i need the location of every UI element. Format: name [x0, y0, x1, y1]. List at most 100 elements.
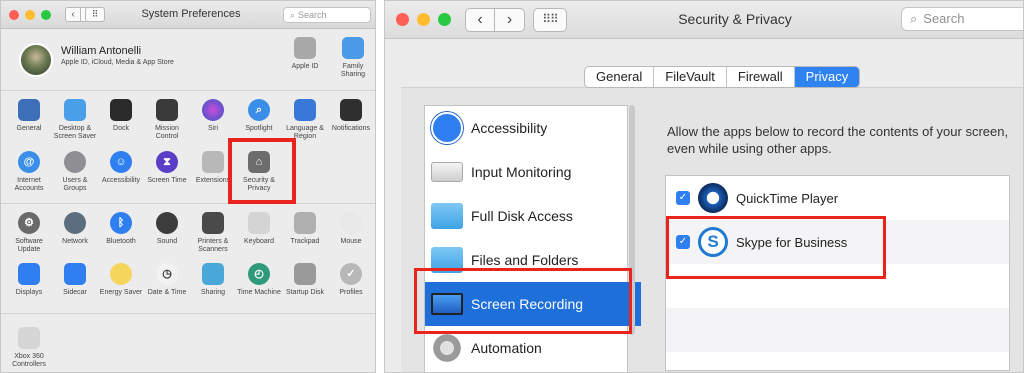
pref-family-sharing[interactable]: Family Sharing — [333, 37, 373, 79]
pref-keyboard[interactable]: Keyboard — [236, 212, 282, 246]
list-item-accessibility[interactable]: Accessibility — [425, 106, 641, 150]
pref-bluetooth[interactable]: ᛒ Bluetooth — [98, 212, 144, 246]
pref-label: Family Sharing — [340, 63, 366, 78]
bluetooth-icon: ᛒ — [110, 212, 132, 234]
disk-icon — [294, 263, 316, 285]
window-controls — [396, 13, 451, 26]
pref-date-time[interactable]: ◷ Date & Time — [144, 263, 190, 297]
pref-label: Mission Control — [155, 125, 179, 140]
siri-icon — [202, 99, 224, 121]
window-controls — [9, 10, 51, 20]
app-row-quicktime[interactable]: ✓ QuickTime Player — [666, 176, 1009, 220]
pref-label: Sidecar — [63, 289, 87, 296]
pref-spotlight[interactable]: ⌕ Spotlight — [236, 99, 282, 133]
security-privacy-window: ‹ › ⠿⠿ Security & Privacy ⌕ Search Genera… — [384, 0, 1024, 373]
search-icon: ⌕ — [910, 11, 918, 26]
pref-accessibility[interactable]: ☺ Accessibility — [98, 151, 144, 185]
pref-language[interactable]: Language & Region — [282, 99, 328, 141]
pref-siri[interactable]: Siri — [190, 99, 236, 133]
list-item-input-monitoring[interactable]: Input Monitoring — [425, 150, 641, 194]
pref-network[interactable]: Network — [52, 212, 98, 246]
pref-internet-accounts[interactable]: @ Internet Accounts — [6, 151, 52, 193]
close-button[interactable] — [9, 10, 19, 20]
pref-startup-disk[interactable]: Startup Disk — [282, 263, 328, 297]
search-placeholder: Search — [923, 11, 965, 26]
pref-label: Date & Time — [147, 289, 187, 296]
pref-label: Spotlight — [245, 125, 273, 132]
minimize-button[interactable] — [25, 10, 35, 20]
pref-label: Notifications — [331, 125, 371, 132]
folder-icon — [431, 203, 463, 229]
pref-mission-control[interactable]: Mission Control — [144, 99, 190, 141]
tab-firewall[interactable]: Firewall — [727, 67, 795, 87]
search-field[interactable]: ⌕ Search — [901, 7, 1023, 31]
forward-button[interactable]: › — [495, 8, 525, 32]
keyboard-icon — [431, 162, 463, 182]
checkbox-quicktime[interactable]: ✓ — [676, 191, 690, 205]
tab-privacy[interactable]: Privacy — [794, 67, 860, 87]
pref-label: Bluetooth — [106, 238, 136, 245]
tab-general[interactable]: General — [585, 67, 655, 87]
sidecar-icon — [64, 263, 86, 285]
pref-xbox-controllers[interactable]: Xbox 360 Controllers — [6, 327, 52, 369]
gear-icon: ⚙ — [18, 212, 40, 234]
app-name: QuickTime Player — [736, 190, 839, 206]
tab-filevault[interactable]: FileVault — [654, 67, 727, 87]
back-button[interactable]: ‹ — [465, 8, 495, 32]
accessibility-icon: ☺ — [110, 151, 132, 173]
avatar[interactable] — [19, 43, 53, 77]
list-item-label: Full Disk Access — [471, 208, 573, 224]
pref-label: Software Update — [15, 238, 43, 253]
mouse-icon — [340, 212, 362, 234]
search-field[interactable]: ⌕ Search — [283, 7, 371, 23]
family-sharing-icon — [342, 37, 364, 59]
zoom-button[interactable] — [41, 10, 51, 20]
pref-time-machine[interactable]: ◴ Time Machine — [236, 263, 282, 297]
highlight-box-skype — [666, 216, 886, 279]
show-all-button[interactable]: ⠿⠿ — [533, 8, 567, 32]
pref-notifications[interactable]: Notifications — [328, 99, 374, 133]
gear-icon — [431, 332, 463, 364]
pref-software-update[interactable]: ⚙ Software Update — [6, 212, 52, 254]
minimize-button[interactable] — [417, 13, 430, 26]
search-icon: ⌕ — [290, 10, 296, 20]
pref-sound[interactable]: Sound — [144, 212, 190, 246]
list-item-full-disk-access[interactable]: Full Disk Access — [425, 194, 641, 238]
pref-users-groups[interactable]: Users & Groups — [52, 151, 98, 193]
printer-icon — [202, 212, 224, 234]
pref-displays[interactable]: Displays — [6, 263, 52, 297]
back-button[interactable]: ‹ — [65, 7, 81, 22]
hourglass-icon: ⧗ — [156, 151, 178, 173]
pref-energy-saver[interactable]: Energy Saver — [98, 263, 144, 297]
pref-desktop[interactable]: Desktop & Screen Saver — [52, 99, 98, 141]
app-row-empty — [666, 308, 1009, 352]
accessibility-icon — [431, 112, 463, 144]
pref-apple-id[interactable]: Apple ID — [285, 37, 325, 71]
pref-mouse[interactable]: Mouse — [328, 212, 374, 246]
pref-general[interactable]: General — [6, 99, 52, 133]
divider — [1, 313, 375, 314]
window-title: System Preferences — [141, 8, 241, 20]
checkmark-badge-icon: ✓ — [340, 263, 362, 285]
clock-icon: ◷ — [156, 263, 178, 285]
time-machine-icon: ◴ — [248, 263, 270, 285]
search-placeholder: Search — [298, 10, 327, 20]
pref-label: General — [16, 125, 42, 132]
pref-label: Internet Accounts — [14, 177, 44, 192]
pref-sidecar[interactable]: Sidecar — [52, 263, 98, 297]
pref-profiles[interactable]: ✓ Profiles — [328, 263, 374, 297]
window-title: Security & Privacy — [678, 11, 792, 27]
pref-label: Trackpad — [290, 238, 320, 245]
pref-label: Apple ID — [291, 63, 319, 70]
close-button[interactable] — [396, 13, 409, 26]
pref-printers[interactable]: Printers & Scanners — [190, 212, 236, 254]
pref-sharing[interactable]: Sharing — [190, 263, 236, 297]
show-all-button[interactable]: ⠿ — [85, 7, 105, 22]
speaker-icon — [156, 212, 178, 234]
users-icon — [64, 151, 86, 173]
zoom-button[interactable] — [438, 13, 451, 26]
pref-screen-time[interactable]: ⧗ Screen Time — [144, 151, 190, 185]
user-name: William Antonelli — [61, 45, 142, 57]
pref-trackpad[interactable]: Trackpad — [282, 212, 328, 246]
pref-dock[interactable]: Dock — [98, 99, 144, 133]
